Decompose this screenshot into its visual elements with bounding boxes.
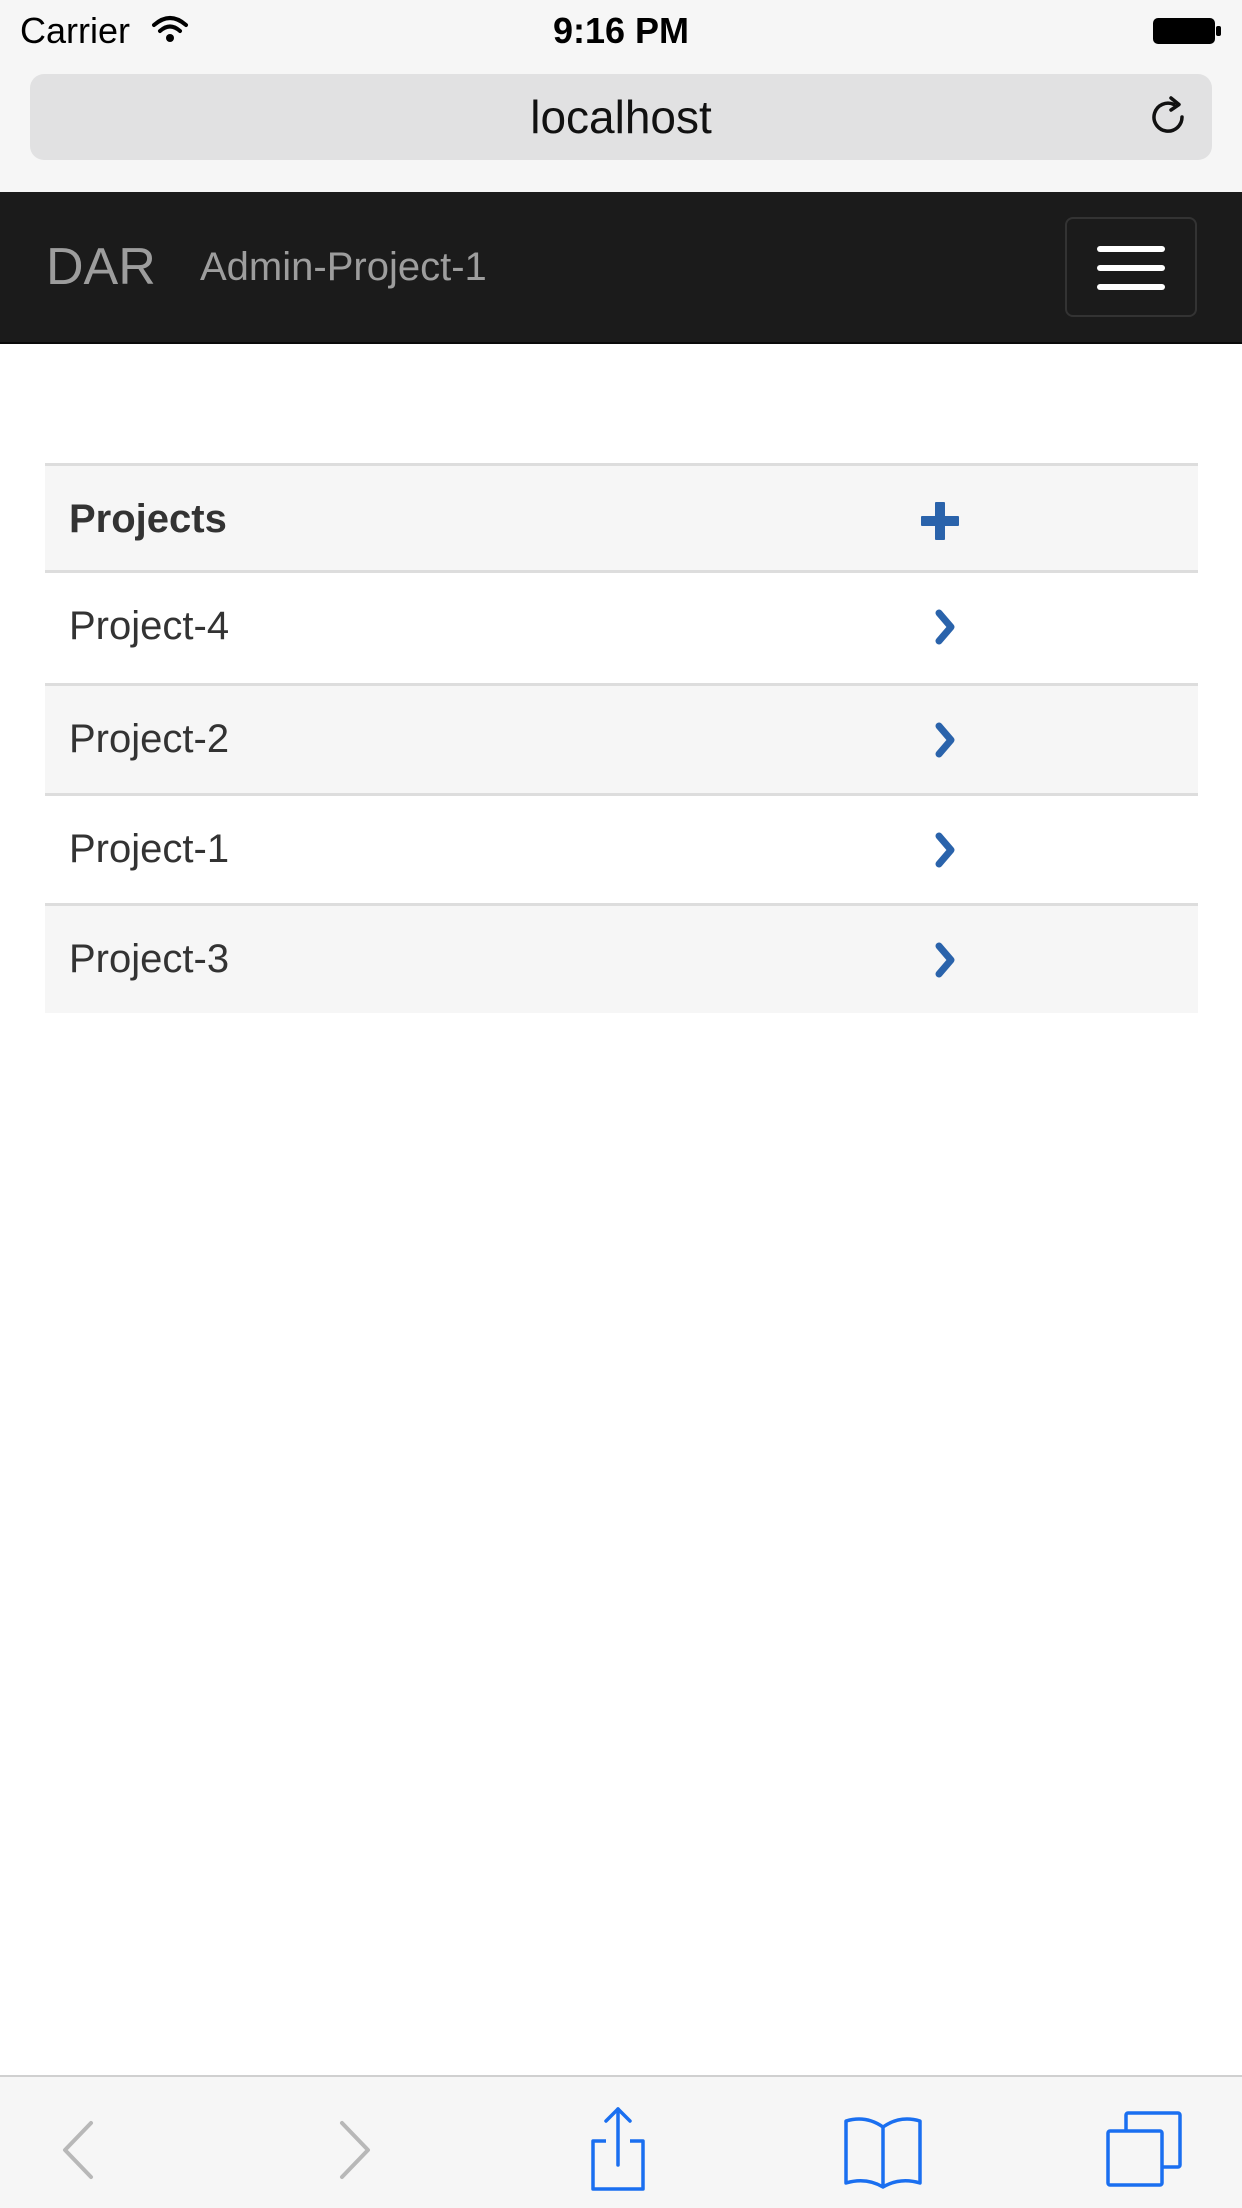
table-row[interactable]: Project-4 (45, 573, 1198, 683)
back-icon[interactable] (35, 2105, 125, 2195)
table-row[interactable]: Project-1 (45, 793, 1198, 903)
project-name[interactable]: Project-4 (69, 573, 229, 680)
project-name[interactable]: Project-3 (69, 906, 229, 1013)
browser-chrome: localhost (0, 60, 1242, 192)
menu-toggle-button[interactable] (1065, 217, 1197, 317)
current-project-link[interactable]: Admin-Project-1 (200, 192, 487, 342)
battery-icon (1153, 18, 1221, 44)
bookmarks-icon[interactable] (838, 2105, 928, 2195)
chevron-right-icon[interactable] (905, 708, 975, 772)
reload-icon[interactable] (1146, 95, 1190, 139)
hamburger-menu-icon (1097, 246, 1165, 252)
chevron-right-icon[interactable] (905, 595, 975, 659)
url-text[interactable]: localhost (30, 74, 1212, 160)
bottom-toolbar (0, 2075, 1242, 2208)
projects-heading: Projects (69, 497, 227, 541)
forward-icon[interactable] (308, 2105, 398, 2195)
status-time: 9:16 PM (552, 10, 690, 51)
project-name[interactable]: Project-2 (69, 686, 229, 793)
brand-link[interactable]: DAR (46, 192, 156, 342)
navbar: DAR Admin-Project-1 (0, 192, 1242, 344)
hamburger-menu-icon (1097, 284, 1165, 290)
table-row[interactable]: Project-3 (45, 903, 1198, 1013)
project-name[interactable]: Project-1 (69, 796, 229, 903)
url-bar[interactable]: localhost (30, 74, 1212, 160)
chevron-right-icon[interactable] (905, 928, 975, 992)
chevron-right-icon[interactable] (905, 818, 975, 882)
share-icon[interactable] (573, 2105, 663, 2195)
status-bar: Carrier 9:16 PM (0, 0, 1242, 60)
table-header-row: Projects (45, 463, 1198, 573)
table-row[interactable]: Project-2 (45, 683, 1198, 793)
projects-table: Projects Project-4 Project-2 Project-1 P… (45, 463, 1198, 1013)
hamburger-menu-icon (1097, 265, 1165, 271)
plus-icon[interactable] (905, 488, 975, 552)
tabs-icon[interactable] (1100, 2105, 1190, 2195)
